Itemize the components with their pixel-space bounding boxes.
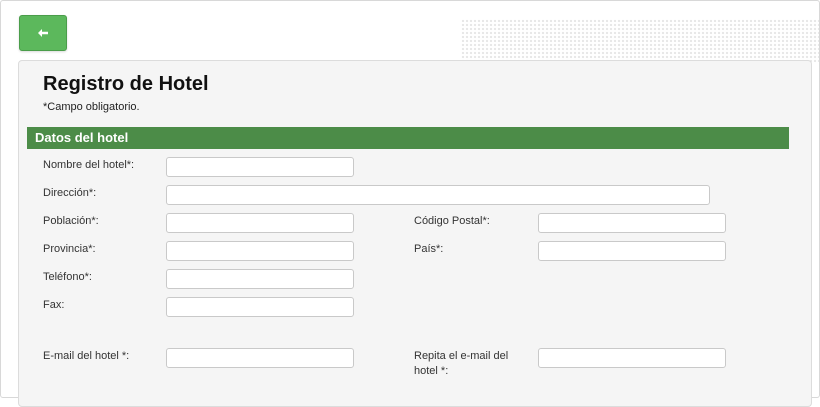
fax-input[interactable] <box>166 297 354 317</box>
world-map-decoration <box>461 19 819 63</box>
email-repeat-label-line2: hotel *: <box>414 365 449 377</box>
registration-panel: Registro de Hotel *Campo obligatorio. Da… <box>18 60 812 407</box>
email-label: E-mail del hotel *: <box>43 350 130 362</box>
address-label: Dirección*: <box>43 187 97 199</box>
postal-code-input[interactable] <box>538 213 726 233</box>
section-header-hotel-data: Datos del hotel <box>27 127 789 149</box>
hotel-name-label: Nombre del hotel*: <box>43 159 135 171</box>
address-input[interactable] <box>166 185 710 205</box>
country-label: País*: <box>414 243 444 255</box>
page-title: Registro de Hotel <box>43 73 209 95</box>
back-button[interactable] <box>19 15 67 51</box>
phone-input[interactable] <box>166 269 354 289</box>
town-input[interactable] <box>166 213 354 233</box>
required-note: *Campo obligatorio. <box>43 101 140 113</box>
town-label: Población*: <box>43 215 99 227</box>
email-input[interactable] <box>166 348 354 368</box>
arrow-left-icon <box>38 29 48 37</box>
province-label: Provincia*: <box>43 243 96 255</box>
hotel-name-input[interactable] <box>166 157 354 177</box>
fax-label: Fax: <box>43 299 65 311</box>
email-repeat-input[interactable] <box>538 348 726 368</box>
province-input[interactable] <box>166 241 354 261</box>
postal-code-label: Código Postal*: <box>414 215 490 227</box>
email-repeat-label: Repita el e-mail del hotel *: <box>414 349 508 379</box>
phone-label: Teléfono*: <box>43 271 92 283</box>
country-input[interactable] <box>538 241 726 261</box>
email-repeat-label-line1: Repita el e-mail del <box>414 350 509 362</box>
